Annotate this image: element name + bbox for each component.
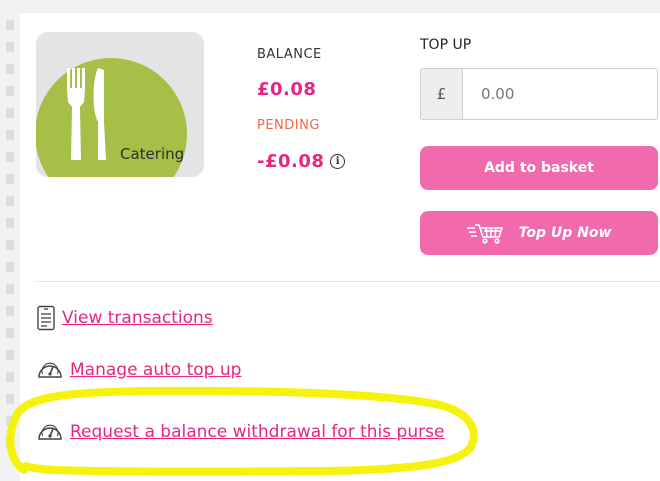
page-border-left [6, 20, 14, 460]
add-to-basket-label: Add to basket [484, 160, 594, 176]
balance-label: BALANCE [257, 47, 322, 62]
gauge-icon [38, 362, 62, 378]
pending-label: PENDING [257, 118, 320, 133]
view-transactions-row: View transactions [36, 305, 213, 331]
top-up-now-button[interactable]: Top Up Now [420, 211, 658, 255]
balance-value: £0.08 [257, 79, 317, 100]
tile-label: Catering [120, 145, 185, 163]
topup-amount-input[interactable] [463, 69, 653, 119]
view-transactions-link[interactable]: View transactions [62, 308, 213, 328]
request-withdrawal-link[interactable]: Request a balance withdrawal for this pu… [70, 422, 444, 442]
currency-prefix: £ [421, 69, 463, 119]
request-withdrawal-row: Request a balance withdrawal for this pu… [36, 421, 444, 443]
manage-auto-top-up-link[interactable]: Manage auto top up [70, 360, 241, 380]
info-icon[interactable]: i [330, 154, 346, 169]
gauge-icon [38, 424, 62, 440]
pending-row: -£0.08 i [257, 151, 346, 172]
purse-card: Catering BALANCE £0.08 PENDING -£0.08 i … [20, 13, 660, 481]
topup-label: TOP UP [420, 37, 472, 53]
add-to-basket-button[interactable]: Add to basket [420, 146, 658, 190]
section-divider [35, 281, 660, 282]
pending-value: -£0.08 [257, 151, 325, 172]
receipt-icon [37, 305, 55, 331]
manage-auto-top-up-row: Manage auto top up [36, 359, 241, 381]
topup-amount-field: £ [420, 68, 658, 120]
catering-tile: Catering [36, 32, 204, 177]
shopping-cart-icon [466, 224, 503, 244]
top-up-now-label: Top Up Now [518, 225, 612, 241]
